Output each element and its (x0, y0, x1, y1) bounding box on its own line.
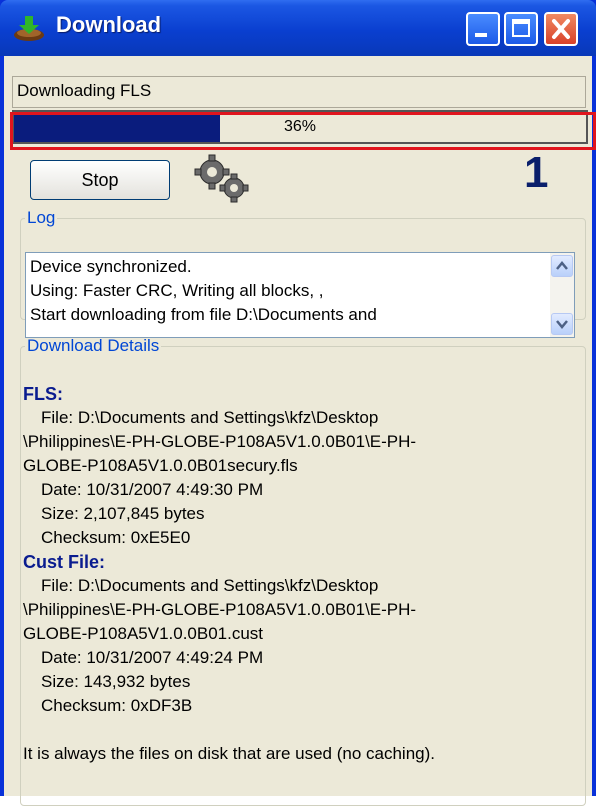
log-textbox[interactable]: Device synchronized. Using: Faster CRC, … (25, 252, 575, 338)
fls-size: Size: 2,107,845 bytes (41, 504, 205, 523)
close-button[interactable] (544, 12, 578, 46)
log-scrollbar[interactable] (550, 253, 574, 337)
details-legend: Download Details (27, 336, 160, 355)
fls-path-line: \Philippines\E-PH-GLOBE-P108A5V1.0.0B01\… (23, 432, 417, 451)
scroll-down-button[interactable] (551, 313, 573, 335)
download-app-icon (14, 16, 44, 41)
stop-button[interactable]: Stop (30, 160, 170, 200)
log-legend: Log (27, 208, 56, 227)
log-line: Using: Faster CRC, Writing all blocks, , (30, 281, 324, 300)
step-number: 1 (524, 148, 549, 197)
cache-note: It is always the files on disk that are … (23, 744, 435, 763)
minimize-button[interactable] (466, 12, 500, 46)
cust-size: Size: 143,932 bytes (41, 672, 191, 691)
cust-header: Cust File: (23, 552, 106, 572)
fls-checksum: Checksum: 0xE5E0 (41, 528, 191, 547)
details-text: FLS: File: D:\Documents and Settings\kfz… (23, 382, 583, 766)
download-details-group: Download Details FLS: File: D:\Documents… (20, 336, 586, 806)
fls-file: File: D:\Documents and Settings\kfz\Desk… (41, 408, 379, 427)
fls-path-line: GLOBE-P108A5V1.0.0B01secury.fls (23, 456, 298, 475)
download-window: Download Downloading FLS 36% Stop 1 Log … (0, 0, 596, 806)
window-title: Download (56, 12, 162, 37)
progress-highlight (10, 112, 596, 150)
log-group: Log Device synchronized. Using: Faster C… (20, 208, 586, 338)
title-bar[interactable]: Download (0, 0, 596, 56)
status-text: Downloading FLS (12, 76, 586, 108)
fls-date: Date: 10/31/2007 4:49:30 PM (41, 480, 264, 499)
dialog-body: Downloading FLS 36% Stop 1 Log Device sy… (4, 56, 596, 806)
cust-file: File: D:\Documents and Settings\kfz\Desk… (41, 576, 379, 595)
cust-path-line: GLOBE-P108A5V1.0.0B01.cust (23, 624, 264, 643)
cust-path-line: \Philippines\E-PH-GLOBE-P108A5V1.0.0B01\… (23, 600, 417, 619)
gears-icon (194, 154, 249, 203)
scroll-up-icon (556, 261, 568, 270)
scroll-up-button[interactable] (551, 255, 573, 277)
fls-header: FLS: (23, 384, 63, 404)
close-icon (552, 19, 570, 39)
cust-checksum: Checksum: 0xDF3B (41, 696, 193, 715)
maximize-button[interactable] (504, 12, 538, 46)
log-line: Device synchronized. (30, 257, 192, 276)
maximize-icon (512, 19, 530, 37)
log-line: Start downloading from file D:\Documents… (30, 305, 377, 324)
cust-date: Date: 10/31/2007 4:49:24 PM (41, 648, 264, 667)
minimize-icon (475, 33, 487, 37)
scroll-down-icon (556, 320, 568, 329)
